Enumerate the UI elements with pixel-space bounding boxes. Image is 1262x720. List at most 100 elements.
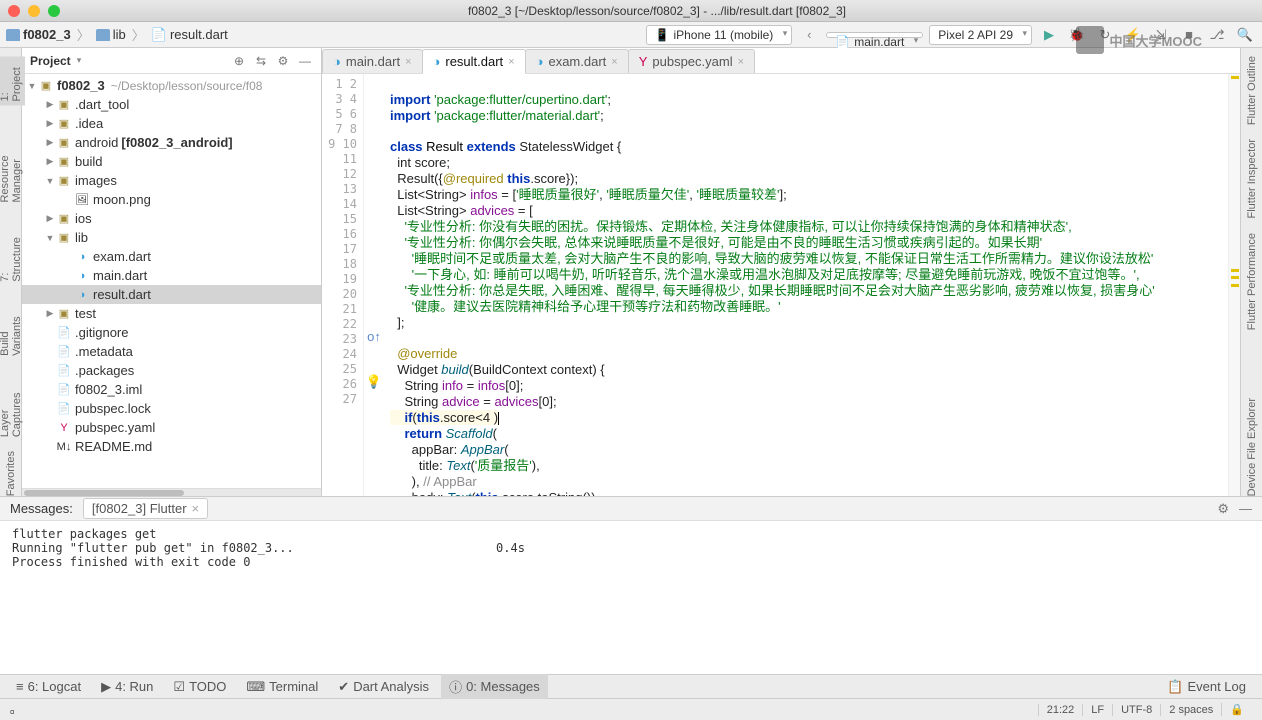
code-token xyxy=(390,426,404,441)
status-lock-icon[interactable]: 🔒 xyxy=(1221,703,1252,716)
tree-item[interactable]: 🖼moon.png xyxy=(22,190,321,209)
tree-item[interactable]: ▶▣ios xyxy=(22,209,321,228)
file-icon: 📄 xyxy=(56,383,72,396)
editor-tab-main[interactable]: ◑main.dart× xyxy=(322,49,423,73)
sidebar-tab-flutter-outline[interactable]: Flutter Outline xyxy=(1246,56,1258,125)
sidebar-tab-project[interactable]: 1: Project xyxy=(0,56,25,105)
tree-item[interactable]: ▼▣images xyxy=(22,171,321,190)
target-icon[interactable]: ⊕ xyxy=(231,54,247,68)
hide-icon[interactable]: — xyxy=(297,54,313,68)
code-token: = xyxy=(463,378,478,393)
tree-item[interactable]: ▼▣lib xyxy=(22,228,321,247)
tree-item[interactable]: ◑exam.dart xyxy=(22,247,321,266)
tree-item[interactable]: ◑main.dart xyxy=(22,266,321,285)
tab-todo[interactable]: ☑ TODO xyxy=(165,676,234,698)
device-selector[interactable]: iPhone 11 (mobile) xyxy=(646,25,793,45)
scroll-thumb[interactable] xyxy=(24,490,184,496)
tab-logcat[interactable]: ≡ 6: Logcat xyxy=(8,676,89,697)
code-token: Widget xyxy=(390,362,441,377)
maximize-icon[interactable] xyxy=(48,5,60,17)
vcs-icon[interactable]: ⎇ xyxy=(1206,24,1228,46)
file-icon: 📄 xyxy=(56,345,72,358)
tree-item[interactable]: ▶▣.idea xyxy=(22,114,321,133)
tree-item[interactable]: ▶▣test xyxy=(22,304,321,323)
messages-body[interactable]: flutter packages get Running "flutter pu… xyxy=(0,521,1262,674)
tab-label: 4: Run xyxy=(115,679,153,694)
tree-item[interactable]: 📄.packages xyxy=(22,361,321,380)
close-icon[interactable]: × xyxy=(405,56,411,68)
editor-tab-pubspec[interactable]: Ypubspec.yaml× xyxy=(628,49,755,73)
warning-marker[interactable] xyxy=(1231,76,1239,79)
tree-item[interactable]: 📄pubspec.lock xyxy=(22,399,321,418)
marker-strip[interactable] xyxy=(1228,74,1240,496)
dropdown-icon[interactable]: ▾ xyxy=(77,55,82,66)
status-hint-icon[interactable]: ▫ xyxy=(10,704,22,716)
close-icon[interactable] xyxy=(8,5,20,17)
status-cursor-position[interactable]: 21:22 xyxy=(1038,704,1083,716)
breadcrumb-file[interactable]: 📄result.dart xyxy=(151,27,228,43)
code-token: 'package:flutter/cupertino.dart' xyxy=(434,92,607,107)
code-editor[interactable]: import 'package:flutter/cupertino.dart';… xyxy=(384,74,1228,496)
messages-tab[interactable]: [f0802_3] Flutter × xyxy=(83,498,208,519)
tree-item[interactable]: ▶▣build xyxy=(22,152,321,171)
sidebar-tab-flutter-inspector[interactable]: Flutter Inspector xyxy=(1246,139,1258,218)
tree-item[interactable]: 📄f0802_3.iml xyxy=(22,380,321,399)
tree-item[interactable]: Ypubspec.yaml xyxy=(22,418,321,437)
close-icon[interactable]: × xyxy=(508,56,514,68)
tab-messages[interactable]: ⓘ 0: Messages xyxy=(441,674,548,699)
code-token: ( xyxy=(504,442,508,457)
search-icon[interactable]: 🔍 xyxy=(1234,24,1256,46)
watermark-text: 中国大学MOOC xyxy=(1110,31,1202,50)
tree-item[interactable]: M↓README.md xyxy=(22,437,321,456)
run-config-selector[interactable]: main.dart xyxy=(826,32,923,38)
project-tree[interactable]: ▼▣f0802_3~/Desktop/lesson/source/f08 ▶▣.… xyxy=(22,74,321,488)
tab-dart-analysis[interactable]: ✔ Dart Analysis xyxy=(330,676,437,698)
tree-root[interactable]: ▼▣f0802_3~/Desktop/lesson/source/f08 xyxy=(22,76,321,95)
status-line-separator[interactable]: LF xyxy=(1082,704,1112,716)
code-token: '专业性分析: 你没有失眠的困扰。保持锻炼、定期体检, 关注身体健康指标, 可以… xyxy=(390,219,1072,234)
override-icon[interactable]: o↑ xyxy=(364,329,384,344)
chevron-left-icon[interactable]: ‹ xyxy=(798,27,820,42)
tree-item[interactable]: ▶▣.dart_tool xyxy=(22,95,321,114)
collapse-icon[interactable]: ⇆ xyxy=(253,54,269,68)
warning-marker[interactable] xyxy=(1231,284,1239,287)
sidebar-tab-device-file-explorer[interactable]: Device File Explorer xyxy=(1246,398,1258,496)
sidebar-tab-flutter-performance[interactable]: Flutter Performance xyxy=(1246,233,1258,330)
editor-tab-exam[interactable]: ◑exam.dart× xyxy=(525,49,629,73)
gear-icon[interactable]: ⚙ xyxy=(1217,501,1229,517)
tree-item[interactable]: ▶▣android[f0802_3_android] xyxy=(22,133,321,152)
warning-marker[interactable] xyxy=(1231,276,1239,279)
tab-label: main.dart xyxy=(346,54,400,69)
tree-item[interactable]: 📄.metadata xyxy=(22,342,321,361)
yaml-icon: Y xyxy=(56,422,72,434)
sidebar-tab-layer-captures[interactable]: Layer Captures xyxy=(0,370,23,437)
hide-icon[interactable]: — xyxy=(1239,501,1252,516)
tab-run[interactable]: ▶ 4: Run xyxy=(93,676,161,698)
breadcrumb-root[interactable]: f0802_3 xyxy=(6,27,71,42)
bulb-icon[interactable]: 💡 xyxy=(364,374,384,389)
status-encoding[interactable]: UTF-8 xyxy=(1112,704,1160,716)
breadcrumb-lib[interactable]: lib xyxy=(96,27,126,42)
sidebar-tab-structure[interactable]: 7: Structure xyxy=(0,231,23,282)
tab-event-log[interactable]: 📋 Event Log xyxy=(1159,676,1254,698)
folder-icon: ▣ xyxy=(56,136,72,149)
tree-item-label: pubspec.lock xyxy=(75,401,151,416)
horizontal-scrollbar[interactable] xyxy=(22,488,321,496)
sidebar-tab-build-variants[interactable]: Build Variants xyxy=(0,296,23,356)
gear-icon[interactable]: ⚙ xyxy=(275,54,291,68)
status-indent[interactable]: 2 spaces xyxy=(1160,704,1221,716)
minimize-icon[interactable] xyxy=(28,5,40,17)
close-icon[interactable]: × xyxy=(192,501,200,516)
sidebar-tab-favorites[interactable]: Favorites xyxy=(5,451,17,496)
sidebar-tab-resource-manager[interactable]: Resource Manager xyxy=(0,119,23,203)
run-icon[interactable]: ▶ xyxy=(1038,24,1060,46)
warning-marker[interactable] xyxy=(1231,269,1239,272)
editor-tab-result[interactable]: ◑result.dart× xyxy=(422,49,526,74)
emulator-selector[interactable]: Pixel 2 API 29 xyxy=(929,25,1032,45)
tree-item-selected[interactable]: ◑result.dart xyxy=(22,285,321,304)
tab-terminal[interactable]: ⌨ Terminal xyxy=(238,676,326,698)
code-token: this xyxy=(476,490,499,496)
close-icon[interactable]: × xyxy=(738,56,744,68)
close-icon[interactable]: × xyxy=(611,56,617,68)
tree-item[interactable]: 📄.gitignore xyxy=(22,323,321,342)
